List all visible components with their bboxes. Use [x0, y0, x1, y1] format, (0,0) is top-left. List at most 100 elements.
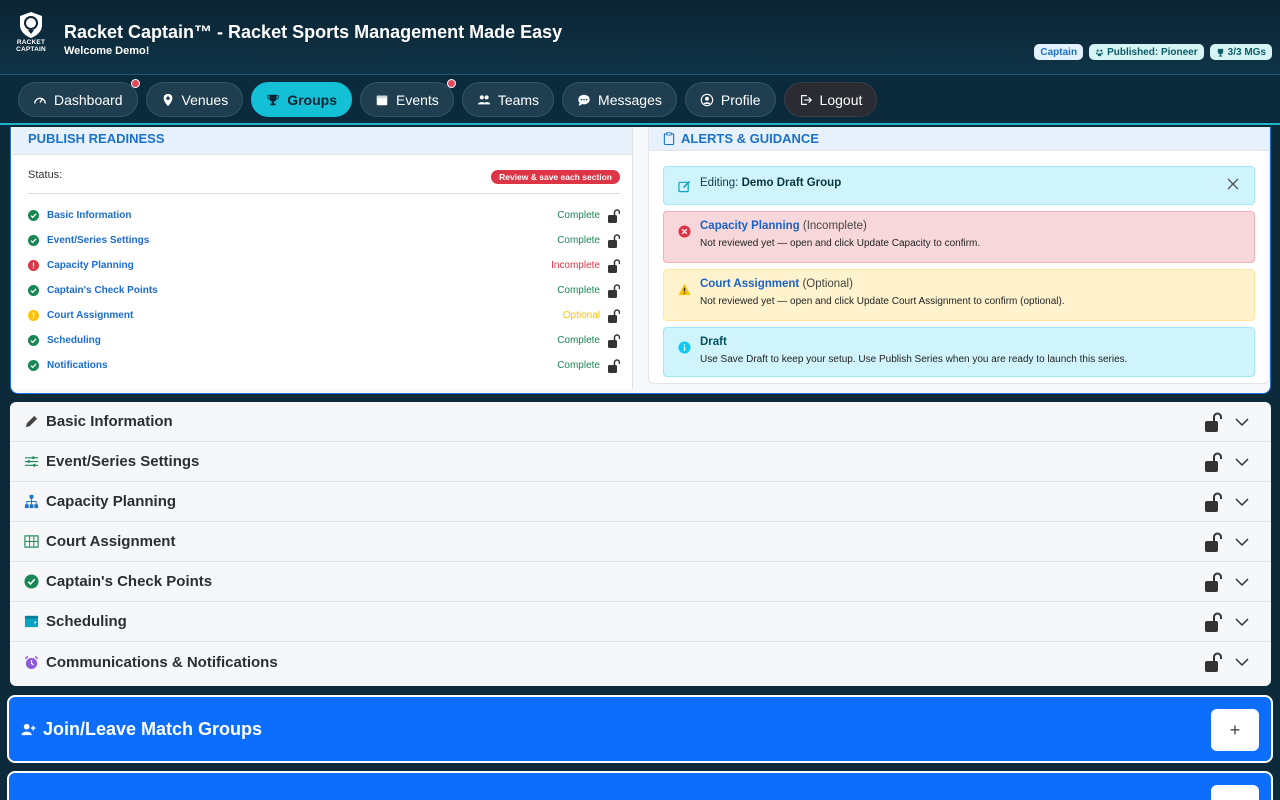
section-label: Communications & Notifications — [46, 653, 278, 671]
section-captains-check-points[interactable]: Captain's Check Points — [10, 562, 1271, 602]
check-circle-icon — [28, 210, 39, 221]
check-circle-icon — [24, 574, 39, 589]
court-alert-body: Not reviewed yet — open and click Update… — [700, 296, 1065, 307]
unlock-icon — [608, 358, 620, 373]
person-plus-icon — [21, 723, 36, 735]
trophy-icon — [267, 94, 279, 105]
readiness-item-name[interactable]: Court Assignment — [47, 310, 563, 321]
draft-alert: Draft Use Save Draft to keep your setup.… — [663, 327, 1255, 377]
second-collapsed-bar[interactable]: + — [7, 771, 1273, 800]
nav-logout[interactable]: Logout — [783, 82, 878, 117]
unlock-icon — [1205, 652, 1222, 672]
court-alert: Court Assignment (Optional) Not reviewed… — [663, 269, 1255, 321]
main-nav: Dashboard Venues Groups Events Teams Mes… — [0, 76, 1280, 125]
section-event-series-settings[interactable]: Event/Series Settings — [10, 442, 1271, 482]
unlock-icon — [608, 258, 620, 273]
unlock-icon — [1205, 572, 1222, 592]
unlock-icon — [608, 283, 620, 298]
people-icon — [477, 94, 490, 104]
readiness-item[interactable]: Notifications Complete — [28, 353, 620, 378]
editing-label: Editing: — [700, 177, 739, 189]
logo-text-captain: CAPTAIN — [16, 45, 46, 53]
unlock-icon — [608, 333, 620, 348]
unlock-icon — [1205, 612, 1222, 632]
chat-icon — [578, 94, 590, 106]
readiness-item-name[interactable]: Scheduling — [47, 335, 557, 346]
nav-messages[interactable]: Messages — [562, 82, 677, 117]
exclamation-circle-icon — [28, 260, 39, 271]
section-label: Captain's Check Points — [46, 573, 213, 590]
nav-venues-label: Venues — [181, 91, 229, 108]
readiness-item[interactable]: Scheduling Complete — [28, 328, 620, 353]
person-circle-icon — [700, 93, 714, 106]
section-scheduling[interactable]: Scheduling — [10, 602, 1271, 642]
plus-icon: + — [1230, 796, 1241, 800]
notification-dot — [446, 79, 456, 88]
trophy-icon — [1217, 48, 1223, 57]
paw-icon — [1095, 49, 1104, 56]
setup-sections: Basic Information Event/Series Settings … — [10, 402, 1271, 686]
readiness-item-name[interactable]: Capacity Planning — [47, 260, 551, 271]
section-label: Event/Series Settings — [46, 453, 200, 470]
publish-readiness-card: PUBLISH READINESS Status: Review & save … — [13, 127, 633, 389]
readiness-item-name[interactable]: Captain's Check Points — [47, 285, 557, 296]
join-leave-match-groups-bar[interactable]: Join/Leave Match Groups + — [7, 695, 1273, 763]
section-court-assignment[interactable]: Court Assignment — [10, 522, 1271, 562]
unlock-icon — [1205, 452, 1222, 472]
editing-text: Editing: Demo Draft Group — [700, 177, 1242, 189]
readiness-item[interactable]: Court Assignment Optional — [28, 303, 620, 328]
expand-join-button[interactable]: + — [1211, 709, 1259, 751]
nav-venues[interactable]: Venues — [145, 82, 244, 117]
capacity-alert-state: (Incomplete) — [802, 220, 867, 232]
published-badge: Published: Pioneer — [1089, 44, 1204, 60]
readiness-item-name[interactable]: Basic Information — [47, 210, 557, 221]
nav-events[interactable]: Events — [360, 79, 456, 117]
court-alert-link[interactable]: Court Assignment — [700, 278, 799, 290]
nav-groups[interactable]: Groups — [251, 82, 352, 117]
editing-alert: Editing: Demo Draft Group — [663, 166, 1255, 205]
plus-icon: + — [1229, 719, 1241, 740]
court-alert-state: (Optional) — [802, 278, 853, 290]
check-circle-icon — [28, 360, 39, 371]
readiness-item-status: Optional — [562, 310, 600, 321]
status-row: Status: Review & save each section — [28, 169, 620, 194]
section-basic-information[interactable]: Basic Information — [10, 402, 1271, 442]
nav-profile[interactable]: Profile — [684, 82, 776, 117]
unlock-icon — [1205, 532, 1222, 552]
capacity-alert-link[interactable]: Capacity Planning — [700, 220, 800, 232]
status-pill: Review & save each section — [491, 170, 620, 184]
chevron-down-icon — [1235, 577, 1249, 586]
readiness-item-name[interactable]: Event/Series Settings — [47, 235, 557, 246]
chevron-down-icon — [1235, 457, 1249, 466]
nav-teams-label: Teams — [497, 91, 540, 108]
match-groups-badge-label: 3/3 MGs — [1227, 46, 1266, 58]
racket-captain-logo[interactable]: RACKET CAPTAIN — [12, 10, 50, 56]
check-circle-icon — [28, 335, 39, 346]
join-leave-label: Join/Leave Match Groups — [43, 718, 263, 739]
section-communications-notifications[interactable]: Communications & Notifications — [10, 642, 1271, 682]
match-groups-badge: 3/3 MGs — [1209, 44, 1272, 60]
section-capacity-planning[interactable]: Capacity Planning — [10, 482, 1271, 522]
role-badge-label: Captain — [1040, 46, 1078, 58]
chevron-down-icon — [1235, 537, 1249, 546]
nav-dashboard-label: Dashboard — [54, 91, 123, 108]
hierarchy-icon — [24, 494, 39, 509]
readiness-item[interactable]: Captain's Check Points Complete — [28, 278, 620, 303]
readiness-item[interactable]: Basic Information Complete — [28, 203, 620, 228]
readiness-item[interactable]: Capacity Planning Incomplete — [28, 253, 620, 278]
nav-logout-label: Logout — [819, 91, 863, 108]
readiness-item-name[interactable]: Notifications — [47, 360, 557, 371]
expand-second-button[interactable]: + — [1211, 785, 1259, 800]
readiness-item[interactable]: Event/Series Settings Complete — [28, 228, 620, 253]
unlock-icon — [608, 233, 620, 248]
close-icon[interactable] — [1226, 177, 1240, 191]
calendar-icon — [376, 95, 388, 105]
nav-groups-label: Groups — [287, 91, 337, 108]
nav-teams[interactable]: Teams — [461, 82, 555, 117]
readiness-item-status: Complete — [557, 285, 600, 296]
chevron-down-icon — [1235, 417, 1249, 426]
nav-dashboard[interactable]: Dashboard — [18, 79, 140, 117]
app-title: Racket Captain™ - Racket Sports Manageme… — [64, 22, 563, 42]
warning-triangle-icon — [678, 283, 691, 296]
section-label: Scheduling — [46, 613, 127, 630]
